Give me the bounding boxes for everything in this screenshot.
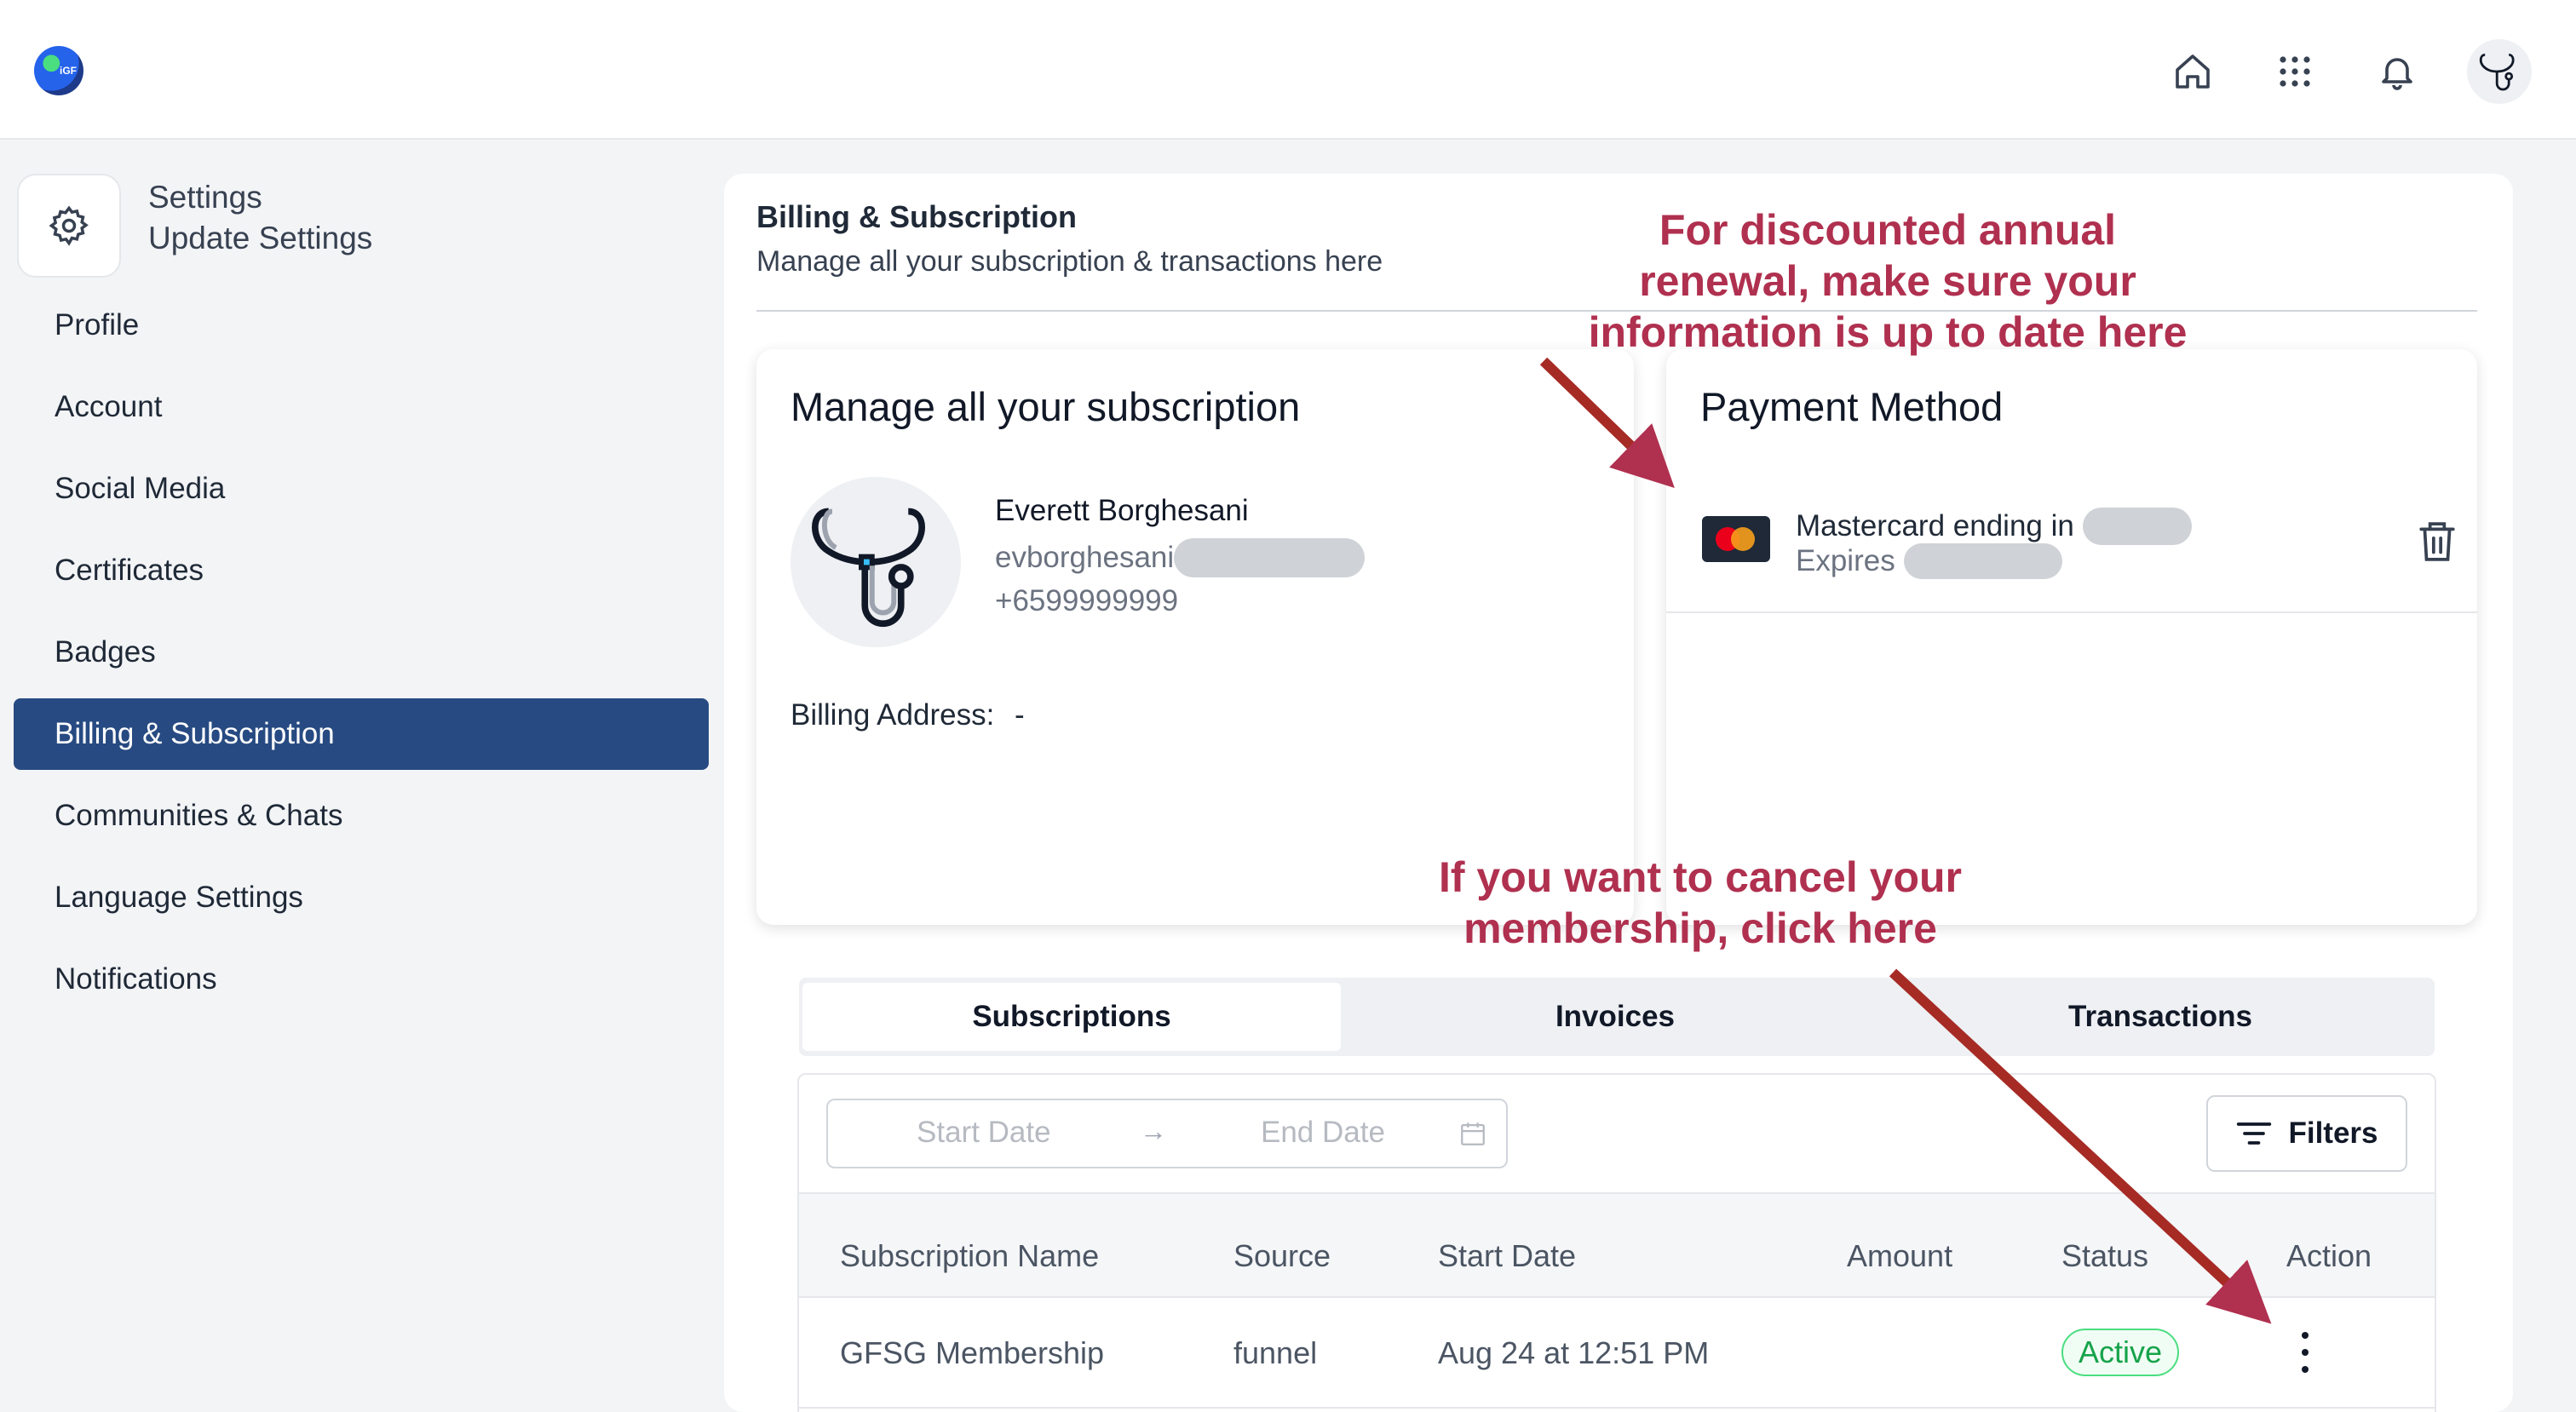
calendar-icon <box>1461 1122 1485 1145</box>
stethoscope-icon <box>2479 54 2515 91</box>
apps-grid-icon[interactable] <box>2268 44 2322 99</box>
filter-lines-icon <box>2237 1122 2272 1145</box>
column-header-status[interactable]: Status <box>2061 1238 2148 1274</box>
gear-icon <box>49 205 89 246</box>
annotation-renewal-line-3: information is up to date here <box>1588 308 2188 356</box>
column-header-source[interactable]: Source <box>1233 1238 1331 1274</box>
end-date-input[interactable]: End Date <box>1261 1116 1385 1150</box>
card-ending-text: Mastercard ending in <box>1796 509 2074 542</box>
customer-phone: +6599999999 <box>995 584 1179 617</box>
redacted-email <box>1174 538 1366 577</box>
logo-text: iGF <box>60 65 77 77</box>
sidebar-item-language-settings[interactable]: Language Settings <box>14 862 709 933</box>
annotation-renewal-line-2: renewal, make sure your <box>1639 257 2136 305</box>
sidebar-item-badges[interactable]: Badges <box>14 617 709 688</box>
sidebar-item-profile[interactable]: Profile <box>14 290 709 361</box>
sidebar-item-communities-chats[interactable]: Communities & Chats <box>14 780 709 852</box>
filters-label: Filters <box>2288 1116 2378 1150</box>
cell-source: funnel <box>1233 1335 1318 1370</box>
sidebar-item-social-media[interactable]: Social Media <box>14 453 709 525</box>
profile-avatar <box>791 477 961 647</box>
arrow-right-icon: → <box>1140 1116 1167 1146</box>
card-expiry: Expires <box>1796 543 2062 579</box>
subscription-card-heading: Manage all your subscription <box>791 384 1301 429</box>
sidebar-item-certificates[interactable]: Certificates <box>14 535 709 606</box>
logo[interactable]: iGF <box>34 46 83 95</box>
customer-email: evborghesani <box>995 538 1366 577</box>
customer-email-text: evborghesani <box>995 541 1175 574</box>
annotation-renewal: For discounted annual renewal, make sure… <box>1547 204 2228 358</box>
settings-subtitle: Update Settings <box>148 221 373 255</box>
annotation-cancel: If you want to cancel your membership, c… <box>1360 852 2041 954</box>
start-date-input[interactable]: Start Date <box>917 1116 1051 1150</box>
annotation-cancel-line-2: membership, click here <box>1463 904 1937 952</box>
column-header-amount[interactable]: Amount <box>1847 1238 1952 1274</box>
user-avatar[interactable] <box>2467 39 2532 104</box>
tab-invoices[interactable]: Invoices <box>1346 983 1884 1051</box>
date-range-picker[interactable]: Start Date → End Date <box>826 1099 1508 1168</box>
annotation-cancel-line-1: If you want to cancel your <box>1439 853 1962 901</box>
settings-icon-box <box>17 174 121 278</box>
column-header-start-date[interactable]: Start Date <box>1438 1238 1576 1274</box>
sidebar-item-billing-subscription[interactable]: Billing & Subscription <box>14 698 709 770</box>
sidebar: Settings Update Settings Profile Account… <box>0 140 724 1412</box>
trash-icon[interactable] <box>2416 518 2458 565</box>
redacted-expiry <box>1903 543 2062 579</box>
billing-address: Billing Address: - <box>791 698 1025 732</box>
more-vertical-icon[interactable] <box>2295 1327 2315 1378</box>
redacted-card-digits <box>2082 508 2192 545</box>
card-ending: Mastercard ending in <box>1796 508 2192 545</box>
customer-name: Everett Borghesani <box>995 494 1249 527</box>
column-header-subscription-name[interactable]: Subscription Name <box>840 1238 1099 1274</box>
bell-icon[interactable] <box>2370 44 2424 99</box>
card-expiry-label: Expires <box>1796 544 1895 577</box>
billing-address-value: - <box>1015 698 1025 732</box>
home-icon[interactable] <box>2165 44 2220 99</box>
payment-method-row: Mastercard ending in Expires <box>1666 474 2477 613</box>
stethoscope-icon <box>812 508 925 628</box>
payment-method-card: Payment Method Mastercard ending in Expi… <box>1666 349 2477 925</box>
tab-transactions[interactable]: Transactions <box>1891 983 2429 1051</box>
subscription-card: Manage all your subscription Everett Bor… <box>756 349 1634 925</box>
page-title: Billing & Subscription <box>756 199 1077 234</box>
cell-start-date: Aug 24 at 12:51 PM <box>1438 1335 1710 1370</box>
cell-subscription-name: GFSG Membership <box>840 1335 1105 1370</box>
mastercard-icon <box>1702 516 1770 562</box>
tab-bar: Subscriptions Invoices Transactions <box>799 978 2435 1056</box>
table-header: Subscription Name Source Start Date Amou… <box>799 1192 2435 1298</box>
sidebar-item-account[interactable]: Account <box>14 371 709 443</box>
annotation-renewal-line-1: For discounted annual <box>1659 206 2117 254</box>
status-badge: Active <box>2061 1329 2180 1376</box>
table-row: GFSG Membership funnel Aug 24 at 12:51 P… <box>799 1298 2435 1409</box>
sidebar-item-notifications[interactable]: Notifications <box>14 944 709 1015</box>
payment-card-heading: Payment Method <box>1700 384 2004 429</box>
tab-subscriptions[interactable]: Subscriptions <box>802 983 1341 1051</box>
settings-title: Settings <box>148 180 262 215</box>
subscriptions-table-card: Start Date → End Date Filters Subscripti… <box>797 1073 2436 1412</box>
page-subtitle: Manage all your subscription & transacti… <box>756 245 1383 278</box>
main-panel: Billing & Subscription Manage all your s… <box>724 174 2513 1412</box>
filters-button[interactable]: Filters <box>2206 1095 2407 1172</box>
column-header-action: Action <box>2286 1238 2372 1273</box>
top-bar: iGF <box>0 0 2576 140</box>
billing-address-label: Billing Address: <box>791 698 995 732</box>
